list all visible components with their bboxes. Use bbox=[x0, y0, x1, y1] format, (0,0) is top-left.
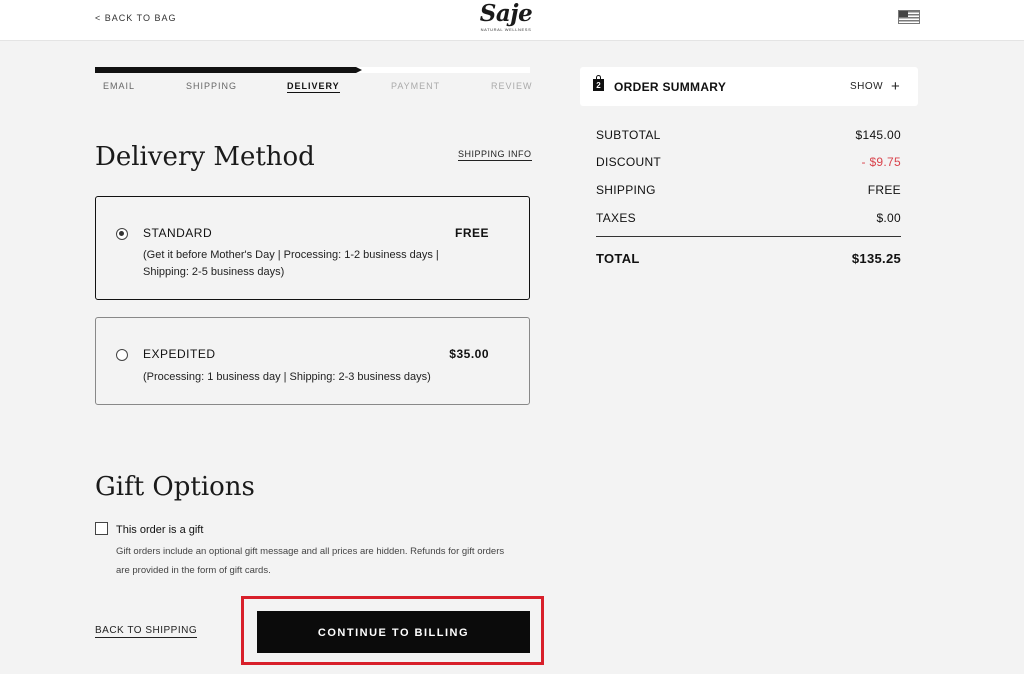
shipping-value: FREE bbox=[867, 183, 901, 197]
back-to-shipping-link[interactable]: BACK TO SHIPPING bbox=[95, 625, 198, 638]
taxes-label: TAXES bbox=[596, 211, 636, 225]
delivery-option-standard[interactable]: STANDARD FREE (Get it before Mother's Da… bbox=[95, 196, 530, 300]
expedited-name: EXPEDITED bbox=[143, 347, 216, 361]
step-payment: PAYMENT bbox=[391, 81, 441, 91]
gift-checkbox[interactable] bbox=[95, 522, 108, 535]
standard-radio[interactable] bbox=[116, 228, 128, 240]
gift-options-heading: Gift Options bbox=[95, 472, 255, 502]
summary-show-label[interactable]: SHOW bbox=[850, 81, 883, 92]
back-to-bag-link[interactable]: < BACK TO BAG bbox=[95, 13, 176, 23]
logo-wordmark: Saje bbox=[479, 0, 533, 27]
delivery-method-heading: Delivery Method bbox=[95, 142, 315, 172]
logo-tagline: NATURAL WELLNESS bbox=[480, 27, 532, 32]
standard-description: (Get it before Mother's Day | Processing… bbox=[143, 249, 439, 278]
step-email[interactable]: EMAIL bbox=[103, 81, 135, 91]
subtotal-value: $145.00 bbox=[855, 128, 901, 142]
step-delivery[interactable]: DELIVERY bbox=[287, 81, 340, 93]
site-header: < BACK TO BAG Saje NATURAL WELLNESS bbox=[0, 0, 1024, 41]
delivery-option-expedited[interactable]: EXPEDITED $35.00 (Processing: 1 business… bbox=[95, 317, 530, 405]
saje-logo[interactable]: Saje NATURAL WELLNESS bbox=[470, 0, 542, 33]
taxes-value: $.00 bbox=[876, 211, 901, 225]
checkout-steps: EMAIL SHIPPING DELIVERY PAYMENT REVIEW bbox=[95, 81, 533, 95]
discount-value: - $9.75 bbox=[861, 155, 901, 169]
us-flag-icon[interactable] bbox=[898, 10, 920, 24]
shopping-bag-icon: 2 bbox=[593, 75, 604, 91]
standard-name: STANDARD bbox=[143, 226, 213, 240]
checkout-progress-bar bbox=[95, 67, 530, 73]
gift-note: Gift orders include an optional gift mes… bbox=[116, 546, 505, 576]
total-value: $135.25 bbox=[851, 251, 901, 266]
step-shipping[interactable]: SHIPPING bbox=[186, 81, 237, 91]
shipping-label: SHIPPING bbox=[596, 183, 656, 197]
total-label: TOTAL bbox=[596, 251, 640, 266]
progress-fill bbox=[95, 67, 362, 73]
order-summary-title: ORDER SUMMARY bbox=[614, 80, 727, 94]
summary-divider bbox=[596, 236, 901, 237]
order-summary-toggle[interactable]: 2 ORDER SUMMARY SHOW + bbox=[580, 67, 918, 106]
step-review: REVIEW bbox=[491, 81, 533, 91]
expedited-price: $35.00 bbox=[449, 347, 489, 361]
subtotal-label: SUBTOTAL bbox=[596, 128, 661, 142]
discount-label: DISCOUNT bbox=[596, 155, 662, 169]
continue-to-billing-button[interactable]: CONTINUE TO BILLING bbox=[257, 611, 530, 653]
expedited-description: (Processing: 1 business day | Shipping: … bbox=[143, 371, 431, 383]
standard-price: FREE bbox=[454, 226, 489, 240]
shipping-info-link[interactable]: SHIPPING INFO bbox=[458, 149, 532, 161]
gift-checkbox-label[interactable]: This order is a gift bbox=[116, 524, 203, 536]
plus-icon[interactable]: + bbox=[891, 79, 900, 94]
expedited-radio[interactable] bbox=[116, 349, 128, 361]
